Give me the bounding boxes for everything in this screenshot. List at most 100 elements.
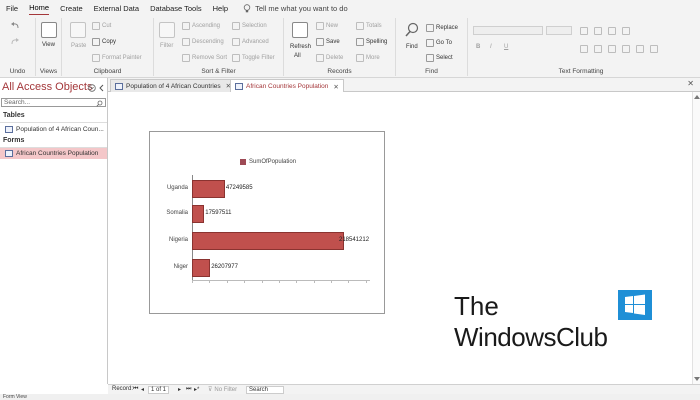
redo-icon[interactable] xyxy=(10,38,20,47)
nav-dropdown-icon[interactable] xyxy=(88,84,96,92)
category-label-somalia: Somalia xyxy=(166,210,188,216)
nav-pane-title[interactable]: All Access Objects xyxy=(2,81,92,93)
underline-button[interactable]: U xyxy=(504,44,508,50)
undo-icon[interactable] xyxy=(10,22,20,31)
tab-database-tools[interactable]: Database Tools xyxy=(150,2,202,15)
advanced-button[interactable]: Advanced xyxy=(232,38,269,46)
copy-icon xyxy=(92,38,100,46)
bar-uganda xyxy=(192,180,225,198)
text-formatting-group-label: Text Formatting xyxy=(558,68,604,75)
no-filter-button[interactable]: ⊽ No Filter xyxy=(208,386,237,394)
x-axis-tick xyxy=(261,280,263,283)
cut-button[interactable]: Cut xyxy=(92,22,111,30)
format-painter-button[interactable]: Format Painter xyxy=(92,54,142,62)
category-label-uganda: Uganda xyxy=(166,185,188,191)
doc-tab-population-table[interactable]: Population of 4 African Countries ✕ xyxy=(110,79,237,92)
form-icon xyxy=(5,150,13,157)
current-record-field[interactable]: 1 of 1 xyxy=(148,386,170,394)
nav-item-form[interactable]: African Countries Population xyxy=(0,148,107,159)
magnifier-icon[interactable] xyxy=(404,22,420,38)
value-label-somalia: 17597511 xyxy=(205,210,232,216)
descending-button[interactable]: Descending xyxy=(182,38,224,46)
align-right-icon[interactable] xyxy=(608,45,616,53)
numbering-icon[interactable] xyxy=(594,27,602,35)
table-icon xyxy=(5,126,13,133)
tab-file[interactable]: File xyxy=(6,2,18,15)
record-search-input[interactable]: Search xyxy=(246,386,284,394)
toggle-filter-label: Toggle Filter xyxy=(242,55,275,61)
copy-button[interactable]: Copy xyxy=(92,38,116,46)
remove-sort-button[interactable]: Remove Sort xyxy=(182,54,227,62)
status-bar: Form View xyxy=(0,394,700,400)
tab-create[interactable]: Create xyxy=(60,2,83,15)
bold-button[interactable]: B xyxy=(476,44,480,50)
paste-icon[interactable] xyxy=(70,22,86,38)
font-name-select[interactable] xyxy=(473,26,543,35)
close-icon[interactable]: ✕ xyxy=(333,83,338,91)
more-icon xyxy=(356,54,364,62)
replace-label: Replace xyxy=(436,25,459,31)
first-record-icon[interactable]: ⏮ xyxy=(133,386,138,393)
next-record-icon[interactable]: ▸ xyxy=(178,386,181,393)
previous-record-icon[interactable]: ◂ xyxy=(141,386,144,393)
filter-button[interactable]: Filter xyxy=(160,43,173,49)
x-axis-tick xyxy=(226,280,228,283)
align-left-icon[interactable] xyxy=(580,45,588,53)
scroll-down-icon[interactable] xyxy=(694,377,700,382)
vertical-scrollbar[interactable] xyxy=(692,92,700,384)
nav-section-tables[interactable]: Tables xyxy=(3,112,25,119)
x-axis-tick xyxy=(192,280,193,283)
goto-button[interactable]: Go To xyxy=(426,39,452,47)
last-record-icon[interactable]: ⏭ xyxy=(186,386,191,393)
highlight-icon[interactable] xyxy=(636,45,644,53)
save-button[interactable]: Save xyxy=(316,38,340,46)
toggle-filter-button[interactable]: Toggle Filter xyxy=(232,54,275,62)
paintbrush-icon xyxy=(92,54,100,62)
tab-external-data[interactable]: External Data xyxy=(94,2,139,15)
italic-button[interactable]: I xyxy=(490,44,492,50)
refresh-all-label[interactable]: All xyxy=(294,53,301,59)
ascending-button[interactable]: Ascending xyxy=(182,22,220,30)
goto-icon xyxy=(426,39,434,47)
sigma-icon xyxy=(356,22,364,30)
clipboard-group-label: Clipboard xyxy=(93,68,122,75)
more-button[interactable]: More xyxy=(356,54,380,62)
paste-button[interactable]: Paste xyxy=(71,43,86,49)
tab-home[interactable]: Home xyxy=(29,1,50,15)
format-painter-label: Format Painter xyxy=(102,55,142,61)
new-record-button[interactable]: New xyxy=(316,22,338,30)
fill-color-icon[interactable] xyxy=(650,45,658,53)
replace-button[interactable]: Replace xyxy=(426,24,458,32)
table-icon xyxy=(115,82,123,90)
scroll-up-icon[interactable] xyxy=(694,94,700,99)
totals-button[interactable]: Totals xyxy=(356,22,382,30)
toggle-filter-icon xyxy=(232,54,240,62)
find-button[interactable]: Find xyxy=(406,44,418,50)
outdent-icon[interactable] xyxy=(622,27,630,35)
filter-icon[interactable] xyxy=(159,22,175,38)
refresh-button[interactable]: Refresh xyxy=(290,44,311,50)
nav-search-input[interactable]: Search... xyxy=(1,98,106,107)
collapse-pane-icon[interactable] xyxy=(98,84,105,92)
refresh-icon[interactable] xyxy=(292,22,308,38)
font-color-icon[interactable] xyxy=(622,45,630,53)
cut-label: Cut xyxy=(102,23,112,29)
bullets-icon[interactable] xyxy=(580,27,588,35)
tab-help[interactable]: Help xyxy=(213,2,228,15)
select-button[interactable]: Select xyxy=(426,54,453,62)
nav-item-table[interactable]: Population of 4 African Coun... xyxy=(0,124,107,135)
delete-button[interactable]: Delete xyxy=(316,54,343,62)
doc-tab-label: Population of 4 African Countries xyxy=(126,82,221,90)
view-icon[interactable] xyxy=(41,22,57,38)
close-document-icon[interactable]: ✕ xyxy=(687,79,694,88)
nav-section-forms[interactable]: Forms xyxy=(3,137,24,144)
selection-button[interactable]: Selection xyxy=(232,22,267,30)
new-record-icon[interactable]: ▸* xyxy=(194,386,199,393)
view-button[interactable]: View xyxy=(42,42,55,48)
align-center-icon[interactable] xyxy=(594,45,602,53)
tell-me-box[interactable]: Tell me what you want to do xyxy=(243,4,348,13)
doc-tab-population-form[interactable]: African Countries Population ✕ xyxy=(230,79,344,93)
font-size-select[interactable] xyxy=(546,26,572,35)
indent-icon[interactable] xyxy=(608,27,616,35)
spelling-button[interactable]: Spelling xyxy=(356,38,387,46)
